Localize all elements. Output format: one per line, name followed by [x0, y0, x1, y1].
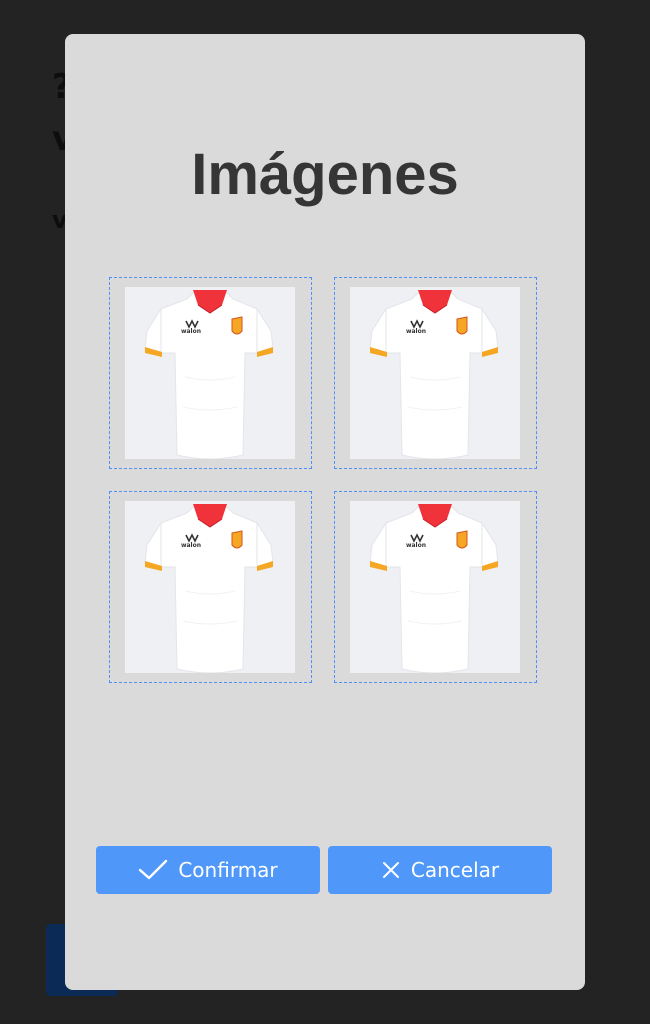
confirm-button[interactable]: Confirmar: [96, 846, 320, 894]
image-tile[interactable]: walon: [334, 277, 537, 469]
svg-text:walon: walon: [181, 542, 201, 549]
image-tile[interactable]: walon: [334, 491, 537, 683]
images-modal: Imágenes walon walon walon walon Confirm…: [65, 34, 585, 990]
jersey-image: walon: [350, 287, 520, 459]
image-tile[interactable]: walon: [109, 491, 312, 683]
jersey-image: walon: [125, 501, 295, 673]
svg-text:walon: walon: [181, 328, 201, 335]
modal-actions: Confirmar Cancelar: [96, 846, 552, 894]
image-grid: walon walon walon walon: [109, 277, 539, 686]
jersey-image: walon: [125, 287, 295, 459]
check-icon: [138, 859, 168, 881]
jersey-image: walon: [350, 501, 520, 673]
cancel-button[interactable]: Cancelar: [328, 846, 552, 894]
close-icon: [381, 860, 401, 880]
cancel-button-label: Cancelar: [410, 858, 500, 882]
svg-text:walon: walon: [406, 328, 426, 335]
modal-title: Imágenes: [191, 142, 459, 207]
image-tile[interactable]: walon: [109, 277, 312, 469]
confirm-button-label: Confirmar: [178, 858, 278, 882]
svg-text:walon: walon: [406, 542, 426, 549]
